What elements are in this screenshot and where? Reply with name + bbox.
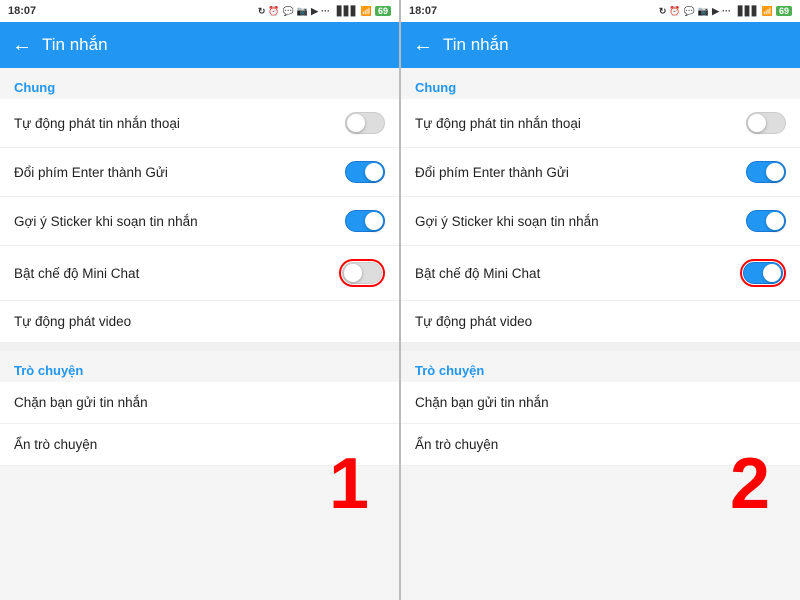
setting-item-1-1: Ẩn trò chuyện — [401, 424, 800, 466]
more-icon: ··· — [722, 6, 731, 16]
settings-content: Chung Tự động phát tin nhắn thoại Đổi phím… — [0, 68, 399, 600]
toggle-wrapper[interactable] — [345, 112, 385, 134]
setting-label: Tự động phát video — [415, 314, 786, 329]
app-header: ← Tin nhắn — [401, 22, 800, 68]
settings-content: Chung Tự động phát tin nhắn thoại Đổi phím… — [401, 68, 800, 600]
toggle-on[interactable] — [746, 161, 786, 183]
panel-right: 18:07 ↻ ⏰ 💬 📷 ▶ ··· ▋▋▋ 📶 69 ← Tin nhắn … — [401, 0, 800, 600]
section-label-0: Chung — [0, 68, 399, 99]
setting-item-1-0: Chặn bạn gửi tin nhắn — [0, 382, 399, 424]
rotate-icon: ↻ — [258, 6, 266, 17]
toggle-wrapper[interactable] — [746, 210, 786, 232]
setting-label: Gợi ý Sticker khi soạn tin nhắn — [14, 214, 345, 229]
alarm-icon: ⏰ — [669, 6, 680, 17]
back-button[interactable]: ← — [12, 34, 32, 57]
wifi-icon: 📶 — [361, 6, 372, 17]
setting-label: Chặn bạn gửi tin nhắn — [415, 395, 786, 410]
toggle-knob — [748, 114, 766, 132]
video-icon: ▶ — [311, 6, 318, 17]
section-divider — [401, 343, 800, 351]
battery-icon: 69 — [375, 6, 391, 16]
alarm-icon: ⏰ — [268, 6, 279, 17]
toggle-on[interactable] — [345, 210, 385, 232]
rotate-icon: ↻ — [659, 6, 667, 17]
setting-item-0-4: Tự động phát video — [401, 301, 800, 343]
toggle-knob — [365, 163, 383, 181]
toggle-off[interactable] — [342, 262, 382, 284]
messenger-icon: 💬 — [283, 6, 294, 17]
setting-label: Bật chế độ Mini Chat — [14, 266, 339, 281]
toggle-on[interactable] — [345, 161, 385, 183]
setting-label: Chặn bạn gửi tin nhắn — [14, 395, 385, 410]
setting-label: Bật chế độ Mini Chat — [415, 266, 740, 281]
setting-label: Đổi phím Enter thành Gửi — [14, 165, 345, 180]
setting-item-0-0: Tự động phát tin nhắn thoại — [0, 99, 399, 148]
setting-item-0-3: Bật chế độ Mini Chat — [401, 246, 800, 301]
wifi-icon: 📶 — [762, 6, 773, 17]
toggle-wrapper[interactable] — [339, 259, 385, 287]
section-divider — [0, 343, 399, 351]
status-time: 18:07 — [409, 5, 437, 17]
battery-icon: 69 — [776, 6, 792, 16]
header-title: Tin nhắn — [443, 35, 509, 55]
toggle-knob — [763, 264, 781, 282]
setting-item-0-3: Bật chế độ Mini Chat — [0, 246, 399, 301]
setting-label: Gợi ý Sticker khi soạn tin nhắn — [415, 214, 746, 229]
setting-label: Ẩn trò chuyện — [415, 437, 786, 452]
status-icons: ↻ ⏰ 💬 📷 ▶ ··· ▋▋▋ 📶 69 — [258, 6, 391, 17]
toggle-on[interactable] — [743, 262, 783, 284]
toggle-on[interactable] — [746, 210, 786, 232]
section-label-0: Chung — [401, 68, 800, 99]
setting-item-0-1: Đổi phím Enter thành Gửi — [0, 148, 399, 197]
app-header: ← Tin nhắn — [0, 22, 399, 68]
setting-label: Tự động phát video — [14, 314, 385, 329]
section-label-1: Trò chuyện — [0, 351, 399, 382]
setting-item-0-0: Tự động phát tin nhắn thoại — [401, 99, 800, 148]
toggle-knob — [766, 212, 784, 230]
toggle-off[interactable] — [746, 112, 786, 134]
toggle-off[interactable] — [345, 112, 385, 134]
toggle-wrapper[interactable] — [345, 161, 385, 183]
toggle-knob — [766, 163, 784, 181]
signal-icon: ▋▋▋ — [738, 6, 759, 17]
section-label-1: Trò chuyện — [401, 351, 800, 382]
toggle-knob — [347, 114, 365, 132]
setting-item-0-2: Gợi ý Sticker khi soạn tin nhắn — [0, 197, 399, 246]
toggle-wrapper[interactable] — [746, 161, 786, 183]
status-bar: 18:07 ↻ ⏰ 💬 📷 ▶ ··· ▋▋▋ 📶 69 — [401, 0, 800, 22]
setting-item-1-1: Ẩn trò chuyện — [0, 424, 399, 466]
header-title: Tin nhắn — [42, 35, 108, 55]
toggle-knob — [344, 264, 362, 282]
panel-left: 18:07 ↻ ⏰ 💬 📷 ▶ ··· ▋▋▋ 📶 69 ← Tin nhắn … — [0, 0, 401, 600]
signal-icon: ▋▋▋ — [337, 6, 358, 17]
setting-item-0-1: Đổi phím Enter thành Gửi — [401, 148, 800, 197]
more-icon: ··· — [321, 6, 330, 16]
toggle-wrapper[interactable] — [740, 259, 786, 287]
toggle-wrapper[interactable] — [345, 210, 385, 232]
toggle-knob — [365, 212, 383, 230]
setting-item-0-4: Tự động phát video — [0, 301, 399, 343]
setting-label: Ẩn trò chuyện — [14, 437, 385, 452]
setting-label: Tự động phát tin nhắn thoại — [14, 116, 345, 131]
setting-label: Đổi phím Enter thành Gửi — [415, 165, 746, 180]
status-time: 18:07 — [8, 5, 36, 17]
status-icons: ↻ ⏰ 💬 📷 ▶ ··· ▋▋▋ 📶 69 — [659, 6, 792, 17]
video-icon: ▶ — [712, 6, 719, 17]
setting-label: Tự động phát tin nhắn thoại — [415, 116, 746, 131]
setting-item-0-2: Gợi ý Sticker khi soạn tin nhắn — [401, 197, 800, 246]
back-button[interactable]: ← — [413, 34, 433, 57]
messenger-icon: 💬 — [684, 6, 695, 17]
camera-icon: 📷 — [698, 6, 709, 17]
camera-icon: 📷 — [297, 6, 308, 17]
status-bar: 18:07 ↻ ⏰ 💬 📷 ▶ ··· ▋▋▋ 📶 69 — [0, 0, 399, 22]
toggle-wrapper[interactable] — [746, 112, 786, 134]
setting-item-1-0: Chặn bạn gửi tin nhắn — [401, 382, 800, 424]
